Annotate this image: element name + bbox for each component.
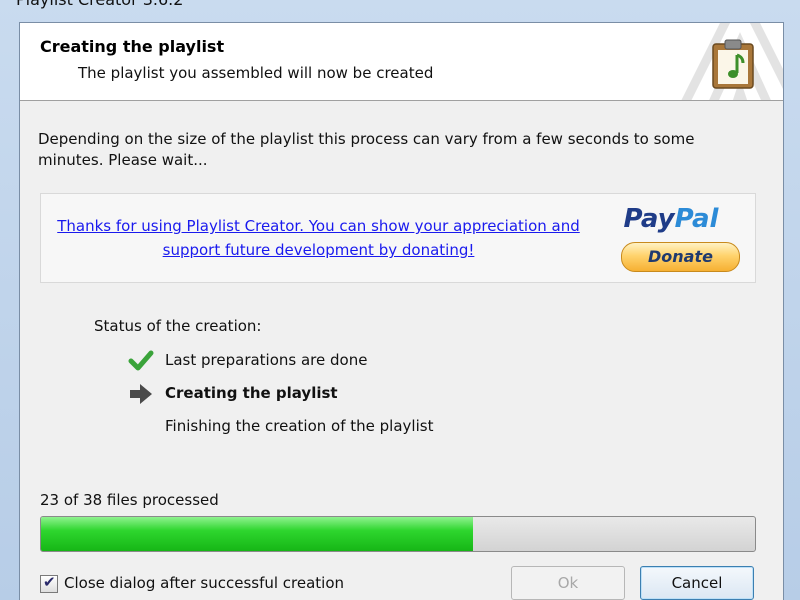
checkmark-icon: ✔ <box>43 573 56 591</box>
donate-link[interactable]: Thanks for using Playlist Creator. You c… <box>51 214 586 262</box>
header-decoration <box>681 23 783 100</box>
close-after-checkbox[interactable]: ✔ <box>40 573 58 593</box>
progress-fill <box>41 517 474 551</box>
title-bar[interactable]: Playlist Creator 3.6.2 <box>0 0 800 20</box>
paypal-logo-pal: Pal <box>674 204 719 234</box>
close-after-label: Close dialog after successful creation <box>64 574 345 592</box>
status-step-label: Last preparations are done <box>165 351 368 369</box>
wait-description: Depending on the size of the playlist th… <box>38 130 695 169</box>
progress-label: 23 of 38 files processed <box>40 491 219 509</box>
dialog-window: Playlist Creator 3.6.2 Creating the play… <box>0 0 800 600</box>
ok-button[interactable]: Ok <box>511 566 625 600</box>
dialog-body: Creating the playlist The playlist you a… <box>19 22 784 600</box>
status-step-label: Creating the playlist <box>165 384 338 402</box>
paypal-logo: PayPal <box>611 204 731 234</box>
progress-bar <box>40 516 756 552</box>
green-check-icon <box>128 350 154 371</box>
clipboard-music-note-icon <box>712 39 754 89</box>
status-heading: Status of the creation: <box>94 317 262 335</box>
window-title: Playlist Creator 3.6.2 <box>16 0 183 9</box>
status-step-label: Finishing the creation of the playlist <box>165 417 434 435</box>
page-title: Creating the playlist <box>40 37 225 56</box>
donate-button[interactable]: Donate <box>621 242 740 272</box>
page-subtitle: The playlist you assembled will now be c… <box>78 64 434 82</box>
gray-arrow-icon <box>130 384 152 404</box>
wizard-header: Creating the playlist The playlist you a… <box>20 23 783 101</box>
donate-panel: Thanks for using Playlist Creator. You c… <box>40 193 756 283</box>
cancel-button[interactable]: Cancel <box>640 566 754 600</box>
paypal-logo-pay: Pay <box>623 204 675 234</box>
